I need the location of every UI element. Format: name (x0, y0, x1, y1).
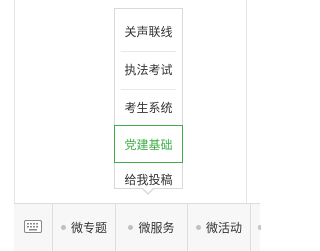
clipped-dot-icon (258, 225, 261, 230)
menu-item-label: 微专题 (70, 221, 107, 235)
submenu-item-active[interactable]: 党建基础 (114, 125, 183, 163)
frame-right-edge (246, 0, 247, 203)
menu-divider (250, 204, 251, 251)
menu-item-label: 微服务 (138, 221, 175, 235)
dot-icon (60, 225, 66, 230)
submenu-popup: 关声联线 执法考试 考生系统 党建基础 给我投稿 (114, 8, 183, 189)
menu-item-services[interactable]: 微服务 (116, 204, 187, 251)
menu-item-topics[interactable]: 微专题 (53, 204, 115, 251)
keyboard-toggle-button[interactable] (14, 204, 52, 251)
submenu-item[interactable]: 关声联线 (115, 14, 182, 49)
dot-icon (128, 225, 134, 230)
bottom-menu-bar: 微专题 微服务 微活动 (14, 203, 261, 251)
popup-caret-fill (142, 187, 154, 193)
keyboard-icon (24, 218, 42, 237)
submenu-item[interactable]: 考生系统 (115, 90, 182, 125)
menu-item-label: 微活动 (205, 221, 242, 235)
dot-icon (195, 225, 201, 230)
submenu-item[interactable]: 执法考试 (115, 52, 182, 87)
menu-item-activities[interactable]: 微活动 (188, 204, 250, 251)
